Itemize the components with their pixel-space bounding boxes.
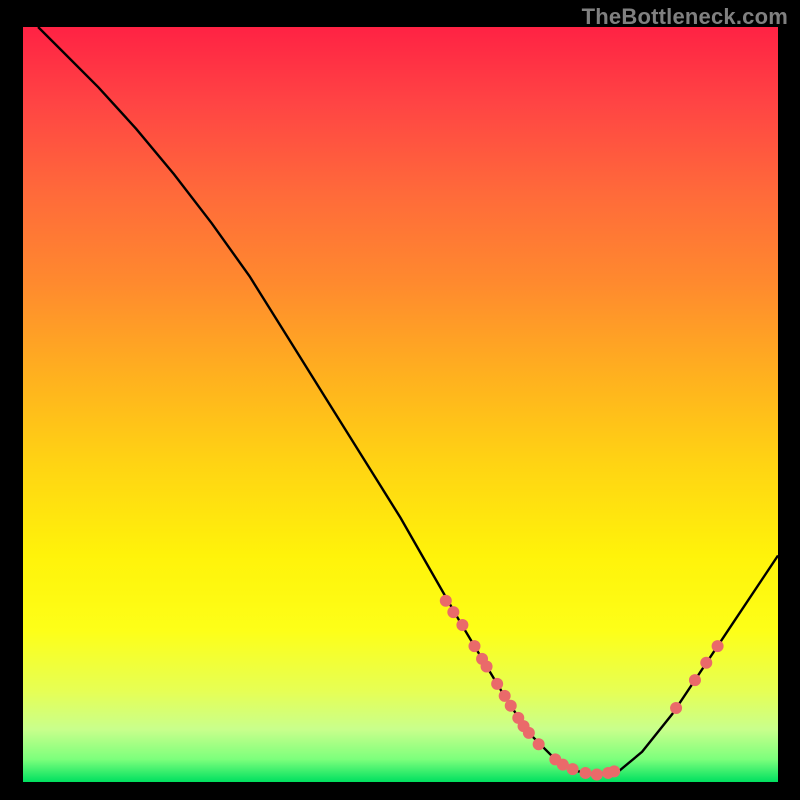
marker-dot	[689, 674, 701, 686]
marker-dot	[505, 700, 517, 712]
marker-dot	[491, 678, 503, 690]
plot-area	[23, 27, 778, 782]
marker-dot	[567, 763, 579, 775]
marker-dot	[670, 702, 682, 714]
bottom-border	[23, 782, 778, 798]
marker-dot	[447, 606, 459, 618]
marker-dot	[523, 727, 535, 739]
marker-dot	[468, 640, 480, 652]
marker-dot	[456, 619, 468, 631]
chart-svg	[23, 27, 778, 782]
marker-dot	[712, 640, 724, 652]
marker-dot	[579, 767, 591, 779]
marker-dot	[591, 768, 603, 780]
marker-dot	[533, 738, 545, 750]
marker-dot	[440, 595, 452, 607]
marker-dot	[608, 765, 620, 777]
chart-frame: TheBottleneck.com	[0, 0, 800, 800]
marker-dot	[481, 660, 493, 672]
marker-dots	[440, 595, 724, 781]
marker-dot	[700, 657, 712, 669]
curve-path	[38, 27, 778, 774]
